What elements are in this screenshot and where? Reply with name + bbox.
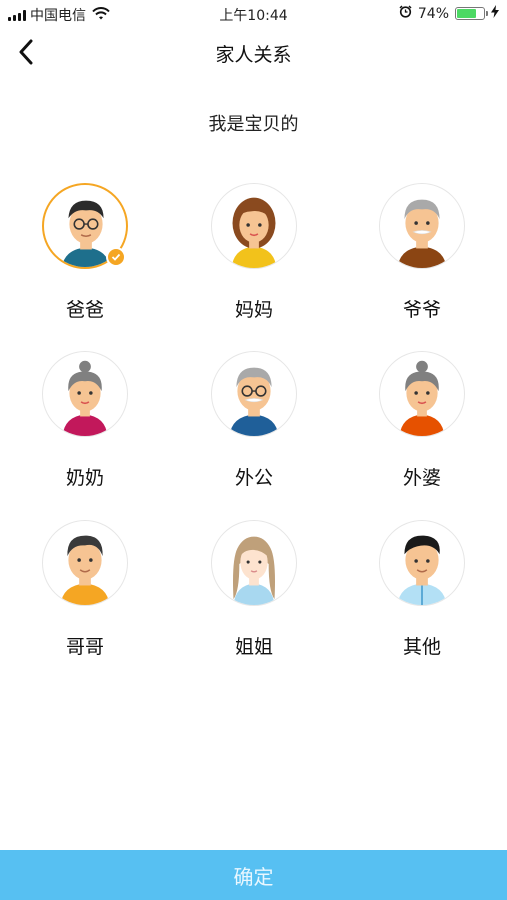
battery-fill xyxy=(457,9,476,18)
status-bar: 中国电信 上午10:44 74% xyxy=(0,0,507,28)
other-avatar xyxy=(379,520,465,606)
relation-label: 外婆 xyxy=(402,467,441,489)
relation-grandma-paternal[interactable]: 奶奶 xyxy=(25,346,145,496)
page-title: 家人关系 xyxy=(215,44,292,66)
relation-label: 爷爷 xyxy=(402,299,441,321)
check-icon xyxy=(106,247,126,267)
subtitle: 我是宝贝的 xyxy=(208,114,299,135)
relation-label: 哥哥 xyxy=(65,636,104,658)
status-right: 74% xyxy=(399,5,499,22)
sister-avatar xyxy=(211,520,297,606)
brother-avatar xyxy=(42,520,128,606)
relation-mom[interactable]: 妈妈 xyxy=(194,178,314,328)
relation-older-sister[interactable]: 姐姐 xyxy=(194,515,314,665)
relation-label: 奶奶 xyxy=(65,467,104,489)
battery-icon xyxy=(455,7,488,20)
relation-label: 姐姐 xyxy=(234,636,273,658)
alarm-icon xyxy=(399,5,412,22)
relation-grandpa-maternal[interactable]: 外公 xyxy=(194,346,314,496)
charging-icon xyxy=(491,5,499,22)
confirm-button[interactable]: 确定 xyxy=(0,850,507,900)
relation-grandma-maternal[interactable]: 外婆 xyxy=(362,346,482,496)
relation-label: 爸爸 xyxy=(65,299,104,321)
relation-older-brother[interactable]: 哥哥 xyxy=(25,515,145,665)
grandma-maternal-avatar xyxy=(379,351,465,437)
mom-avatar xyxy=(211,183,297,269)
battery-percent: 74% xyxy=(417,5,449,22)
relation-label: 妈妈 xyxy=(234,299,273,321)
relation-label: 外公 xyxy=(234,467,273,489)
grandpa-maternal-avatar xyxy=(211,351,297,437)
grandpa-avatar xyxy=(379,183,465,269)
relation-dad[interactable]: 爸爸 xyxy=(25,178,145,328)
relation-other[interactable]: 其他 xyxy=(362,515,482,665)
nav-bar: 家人关系 xyxy=(0,28,507,76)
grandma-avatar xyxy=(42,351,128,437)
relation-grandpa-paternal[interactable]: 爷爷 xyxy=(362,178,482,328)
relation-label: 其他 xyxy=(402,636,441,658)
